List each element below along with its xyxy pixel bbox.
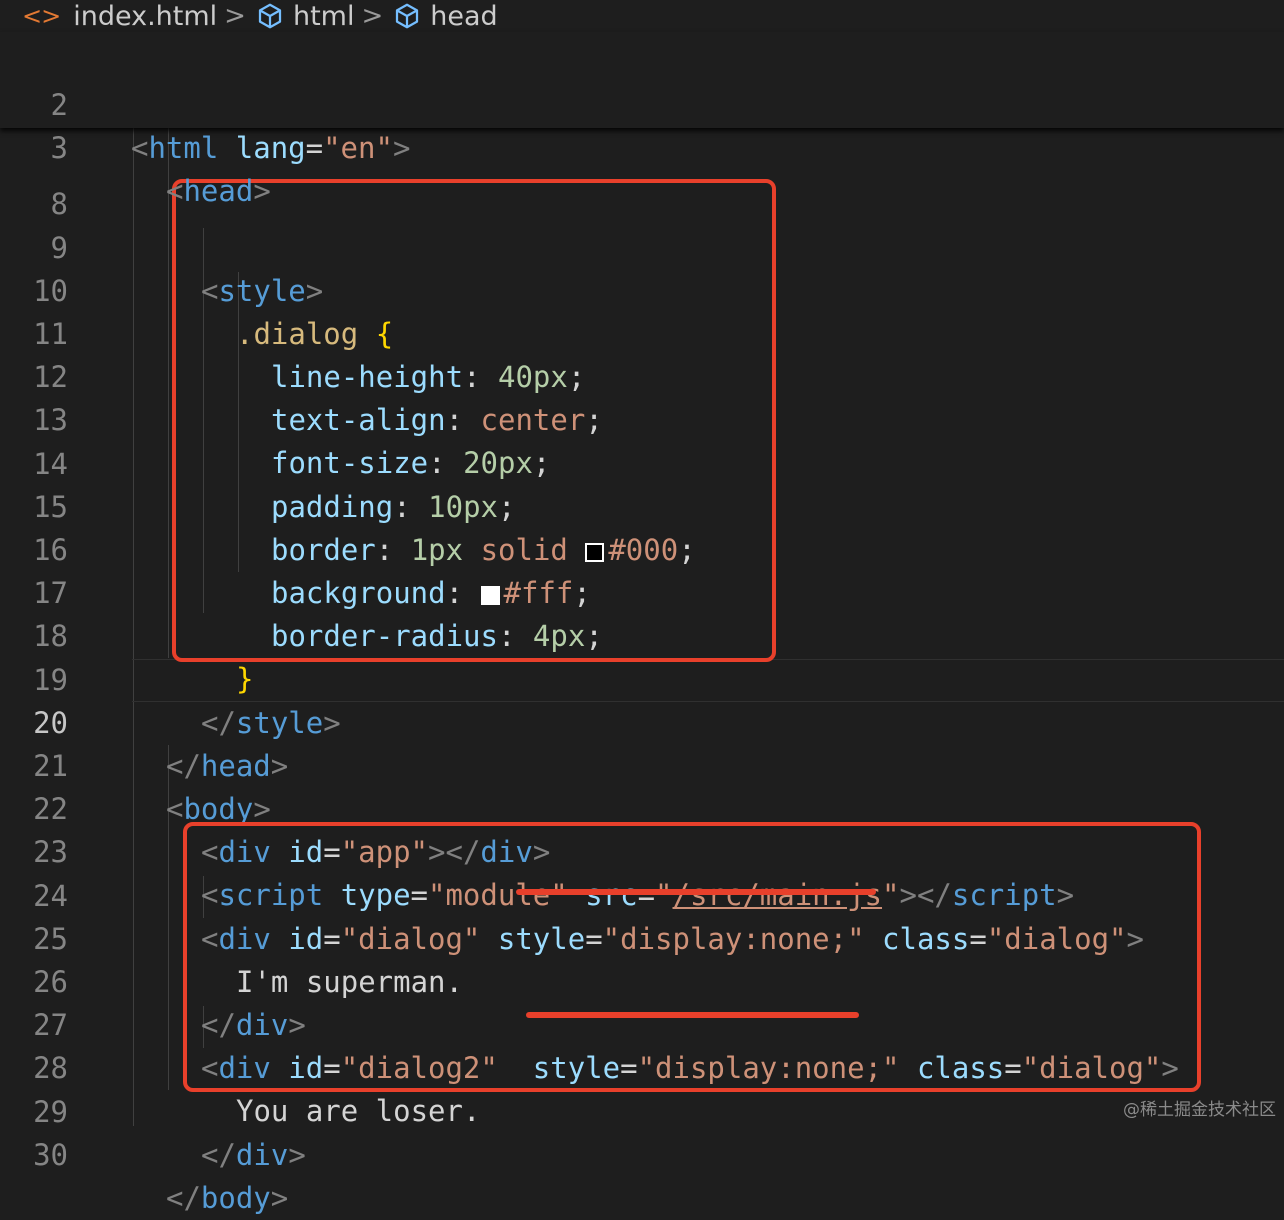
- line-number: 3: [50, 131, 68, 165]
- code-line[interactable]: 3 <head>: [0, 84, 1284, 208]
- breadcrumb-head-label: head: [430, 0, 498, 32]
- annotation-underline: [516, 889, 876, 895]
- breadcrumb-head[interactable]: head: [390, 0, 498, 32]
- code-line[interactable]: 30 </body>: [0, 1091, 1284, 1215]
- annotation-box-dialogs: [183, 822, 1201, 1092]
- breadcrumb-separator: >: [361, 1, 384, 31]
- html-file-icon: <>: [22, 2, 61, 30]
- breadcrumb-separator: >: [224, 1, 246, 31]
- breadcrumb-html-label: html: [292, 0, 355, 32]
- annotation-box-style: [172, 179, 776, 662]
- watermark: @稀土掘金技术社区: [1123, 1100, 1276, 1120]
- sticky-scroll-header[interactable]: 2 <html lang="en"> 3 <head>: [0, 32, 1284, 208]
- breadcrumb-file[interactable]: index.html: [73, 0, 217, 32]
- code-line-active[interactable]: 20 </head>: [0, 659, 1284, 783]
- breadcrumb-html[interactable]: html: [253, 0, 355, 32]
- code-line[interactable]: 2 <html lang="en">: [0, 41, 1284, 165]
- annotation-underline: [526, 1012, 859, 1018]
- cube-symbol-icon: [396, 3, 419, 29]
- line-number: 30: [33, 1138, 68, 1172]
- breadcrumb: <> index.html > html > head: [0, 0, 1284, 32]
- code-line[interactable]: 22 <div id="app"></div>: [0, 745, 1284, 869]
- cube-symbol-icon: [258, 3, 282, 29]
- code-line[interactable]: 21 <body>: [0, 702, 1284, 826]
